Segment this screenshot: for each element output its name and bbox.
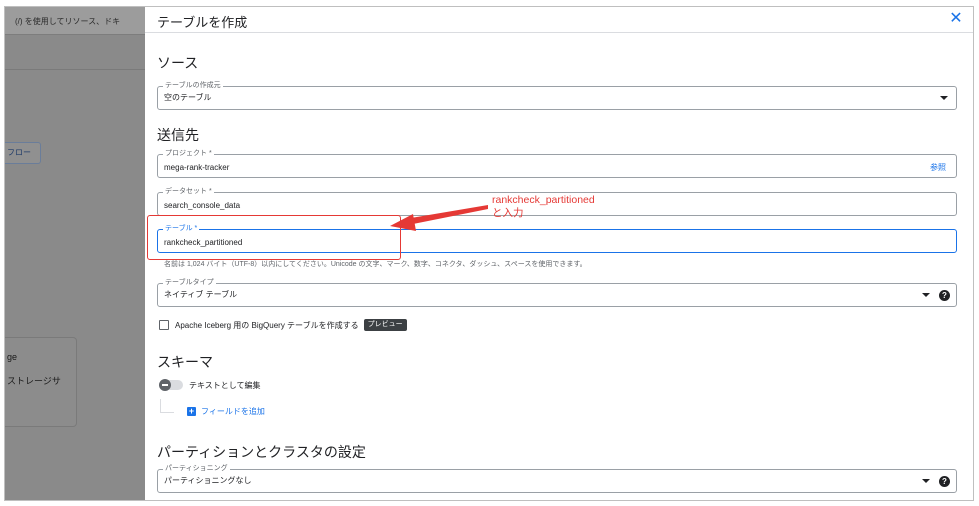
iceberg-label: Apache Iceberg 用の BigQuery テーブルを作成する bbox=[175, 320, 359, 330]
annotation-text: rankcheck_partitioned と入力 bbox=[492, 194, 595, 220]
destination-heading: 送信先 bbox=[157, 127, 199, 143]
table-type-value: ネイティブ テーブル bbox=[164, 290, 238, 299]
iceberg-checkbox[interactable] bbox=[159, 320, 169, 330]
background-search-text: (/) を使用してリソース、ドキ bbox=[7, 17, 121, 26]
partition-heading: パーティションとクラスタの設定 bbox=[157, 444, 366, 460]
dialog-header: テーブルを作成 ✕ bbox=[145, 7, 973, 33]
plus-icon: + bbox=[187, 406, 196, 416]
background-card-title: ge bbox=[7, 352, 18, 362]
project-field[interactable]: プロジェクト * mega-rank-tracker 参照 bbox=[157, 149, 957, 178]
edit-as-text-toggle[interactable] bbox=[159, 379, 183, 391]
background-page: (/) を使用してリソース、ドキ フロー ge ストレージサ bbox=[5, 7, 145, 500]
partitioning-value: パーティショニングなし bbox=[164, 476, 252, 485]
annotation-line-2: と入力 bbox=[492, 207, 524, 219]
create-from-value: 空のテーブル bbox=[164, 93, 212, 102]
dataset-label: データセット * bbox=[163, 187, 214, 196]
iceberg-checkbox-row[interactable]: Apache Iceberg 用の BigQuery テーブルを作成する プレビ… bbox=[159, 318, 407, 332]
create-from-label: テーブルの作成元 bbox=[163, 81, 223, 90]
background-topbar: (/) を使用してリソース、ドキ bbox=[5, 7, 145, 35]
table-type-label: テーブルタイプ bbox=[163, 278, 216, 287]
add-field-label: フィールドを追加 bbox=[201, 407, 265, 416]
chevron-down-icon bbox=[922, 479, 930, 483]
source-heading: ソース bbox=[157, 55, 199, 71]
create-from-select[interactable]: テーブルの作成元 空のテーブル bbox=[157, 81, 957, 110]
project-value: mega-rank-tracker bbox=[164, 163, 230, 172]
table-type-select[interactable]: テーブルタイプ ネイティブ テーブル ? bbox=[157, 278, 957, 307]
background-card: ge ストレージサ bbox=[5, 337, 77, 427]
preview-badge: プレビュー bbox=[363, 319, 407, 331]
help-icon[interactable]: ? bbox=[939, 476, 950, 487]
project-label: プロジェクト * bbox=[163, 149, 214, 158]
schema-tree-line bbox=[160, 399, 174, 413]
background-flow-button: フロー bbox=[5, 142, 41, 164]
annotation-line-1: rankcheck_partitioned bbox=[492, 194, 595, 206]
edit-as-text-label: テキストとして編集 bbox=[189, 380, 261, 390]
toggle-knob bbox=[159, 379, 171, 391]
chevron-down-icon bbox=[922, 293, 930, 297]
dialog-title: テーブルを作成 bbox=[157, 15, 248, 30]
background-card-text: ストレージサ bbox=[7, 376, 61, 386]
table-name-hint: 名前は 1,024 バイト（UTF-8）以内にしてください。Unicode の文… bbox=[164, 261, 587, 268]
partitioning-select[interactable]: パーティショニング パーティショニングなし ? bbox=[157, 464, 957, 493]
schema-heading: スキーマ bbox=[157, 354, 213, 370]
edit-as-text-row[interactable]: テキストとして編集 bbox=[159, 378, 261, 392]
partitioning-label: パーティショニング bbox=[163, 464, 230, 473]
annotation-highlight-box bbox=[147, 215, 401, 260]
add-field-button[interactable]: + フィールドを追加 bbox=[187, 406, 265, 417]
help-icon[interactable]: ? bbox=[939, 290, 950, 301]
browse-link[interactable]: 参照 bbox=[930, 162, 946, 173]
dataset-value: search_console_data bbox=[164, 201, 241, 210]
chevron-down-icon bbox=[940, 96, 948, 100]
close-icon[interactable]: ✕ bbox=[947, 10, 965, 28]
background-divider bbox=[5, 69, 145, 70]
